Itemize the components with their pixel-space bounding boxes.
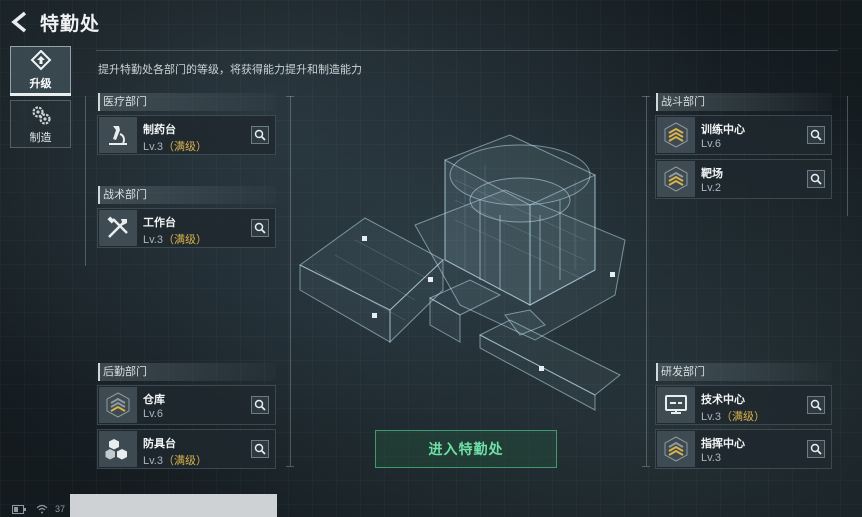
enter-base-button[interactable]: 进入特勤处 xyxy=(375,430,557,468)
facility-card-shooting-range[interactable]: 靶场 Lv.2 xyxy=(655,159,832,199)
frame-line xyxy=(286,96,294,97)
facility-card-armor-bench[interactable]: 防具台 Lv.3（满级） xyxy=(97,429,276,469)
facility-card-tech-center[interactable]: 技术中心 Lv.3（满级） xyxy=(655,385,832,425)
rank-chevron-icon xyxy=(657,161,695,197)
facility-level: Lv.3（满级） xyxy=(143,141,207,153)
search-icon[interactable] xyxy=(807,126,825,144)
facility-level: Lv.6 xyxy=(143,408,163,420)
search-icon[interactable] xyxy=(807,170,825,188)
search-icon[interactable] xyxy=(807,396,825,414)
facility-name: 制药台 xyxy=(143,124,176,136)
section-logistics-title: 后勤部门 xyxy=(98,363,276,381)
facility-name: 技术中心 xyxy=(701,394,745,406)
tools-icon xyxy=(99,210,137,246)
rank-chevron-icon xyxy=(99,387,137,423)
rank-chevron-icon xyxy=(657,431,695,467)
battery-text: 37 xyxy=(55,504,66,514)
search-icon[interactable] xyxy=(251,440,269,458)
frame-line xyxy=(642,466,650,467)
frame-line xyxy=(286,466,294,467)
section-medical-title: 医疗部门 xyxy=(98,93,276,111)
cubes-icon xyxy=(99,431,137,467)
back-button[interactable] xyxy=(8,10,34,34)
header-divider xyxy=(96,50,838,51)
microscope-icon xyxy=(99,117,137,153)
facility-name: 指挥中心 xyxy=(701,438,745,450)
facility-level: Lv.6 xyxy=(701,138,721,150)
facility-level: Lv.3 xyxy=(701,452,721,464)
section-combat-title: 战斗部门 xyxy=(656,93,832,111)
facility-name: 工作台 xyxy=(143,217,176,229)
search-icon[interactable] xyxy=(807,440,825,458)
tab-craft[interactable]: 制造 xyxy=(10,100,71,148)
tab-upgrade-label: 升级 xyxy=(29,77,52,90)
frame-line xyxy=(646,96,647,466)
base-hologram xyxy=(299,134,626,411)
facility-name: 防具台 xyxy=(143,438,176,450)
facility-card-command-center[interactable]: 指挥中心 Lv.3 xyxy=(655,429,832,469)
status-bar: 37 xyxy=(0,501,80,517)
search-icon[interactable] xyxy=(251,126,269,144)
frame-line xyxy=(642,96,650,97)
facility-name: 训练中心 xyxy=(701,124,745,136)
facility-level: Lv.3（满级） xyxy=(143,234,207,246)
battery-icon xyxy=(12,505,26,514)
facility-level: Lv.3（满级） xyxy=(701,411,765,423)
frame-line xyxy=(847,96,848,216)
rank-chevron-icon xyxy=(657,117,695,153)
tab-upgrade[interactable]: 升级 xyxy=(10,46,71,96)
back-arrow-icon xyxy=(11,11,27,33)
gear-icon xyxy=(31,105,51,125)
wifi-icon xyxy=(36,504,48,514)
facility-level: Lv.3（满级） xyxy=(143,455,207,467)
section-research-title: 研发部门 xyxy=(656,363,832,381)
frame-line xyxy=(85,96,86,266)
page-subtitle: 提升特勤处各部门的等级，将获得能力提升和制造能力 xyxy=(98,64,362,76)
facility-level: Lv.2 xyxy=(701,182,721,194)
facility-card-warehouse[interactable]: 仓库 Lv.6 xyxy=(97,385,276,425)
search-icon[interactable] xyxy=(251,396,269,414)
frame-line xyxy=(290,96,291,466)
search-icon[interactable] xyxy=(251,219,269,237)
monitor-icon xyxy=(657,387,695,423)
facility-card-pharmacy[interactable]: 制药台 Lv.3（满级） xyxy=(97,115,276,155)
facility-name: 仓库 xyxy=(143,394,165,406)
facility-name: 靶场 xyxy=(701,168,723,180)
upgrade-icon xyxy=(30,49,51,70)
page-title: 特勤处 xyxy=(40,14,101,35)
section-tactical-title: 战术部门 xyxy=(98,186,276,204)
facility-card-workbench[interactable]: 工作台 Lv.3（满级） xyxy=(97,208,276,248)
overlay-block xyxy=(70,494,277,517)
tab-craft-label: 制造 xyxy=(29,131,52,144)
facility-card-training-center[interactable]: 训练中心 Lv.6 xyxy=(655,115,832,155)
